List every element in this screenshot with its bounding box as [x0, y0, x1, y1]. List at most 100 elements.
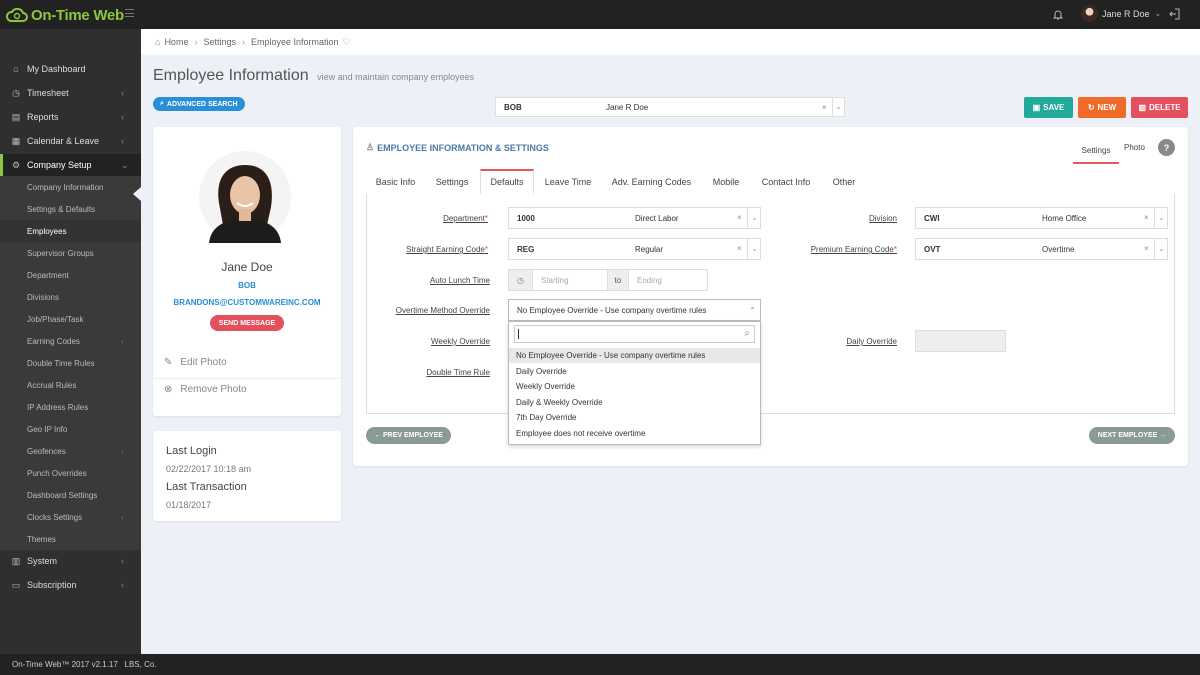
sidebar-sub-label: Divisions	[27, 292, 60, 302]
bell-icon[interactable]	[1053, 9, 1063, 20]
logout-icon[interactable]	[1169, 8, 1180, 20]
daily-override-input[interactable]	[915, 330, 1006, 352]
new-button[interactable]: ↻ NEW	[1078, 97, 1126, 118]
sidebar-sub-employees[interactable]: Employees	[0, 220, 141, 242]
sidebar-item-label: Subscription	[27, 580, 77, 590]
sidebar-item-reports[interactable]: ▤ Reports ‹	[0, 106, 141, 128]
sidebar-sub-geo-ip-info[interactable]: Geo IP Info	[0, 418, 141, 440]
app-logo[interactable]: On-Time Web	[6, 6, 124, 24]
sidebar-item-timesheet[interactable]: ◷ Timesheet ‹	[0, 82, 141, 104]
sidebar-item-calendar-leave[interactable]: ▦ Calendar & Leave ‹	[0, 130, 141, 152]
sidebar-sub-geofences[interactable]: Geofences ‹	[0, 440, 141, 462]
to-label: to	[614, 275, 622, 285]
breadcrumb-separator: ›	[241, 37, 245, 47]
sidebar-sub-punch-overrides[interactable]: Punch Overrides	[0, 462, 141, 484]
chevron-left-icon: ‹	[121, 88, 124, 98]
pencil-icon: ✎	[164, 357, 173, 368]
profile-email[interactable]: BRANDONS@CUSTOMWAREINC.COM	[153, 298, 341, 307]
clear-icon[interactable]: ×	[1144, 213, 1149, 222]
advanced-search-button[interactable]: ⌕ ADVANCED SEARCH	[153, 97, 245, 111]
straight-earning-code-select[interactable]: REG Regular × ⌄	[508, 238, 761, 260]
page-title-text: Employee Information	[153, 67, 309, 84]
to-addon: to	[607, 270, 629, 290]
dropdown-search-input[interactable]: ⌕	[514, 325, 755, 343]
tab-adv-earning-codes[interactable]: Adv. Earning Codes	[603, 169, 700, 194]
tab-settings[interactable]: Settings	[428, 169, 476, 194]
send-message-button[interactable]: SEND MESSAGE	[210, 315, 284, 331]
dropdown-option[interactable]: Daily & Weekly Override	[509, 395, 760, 410]
next-employee-button[interactable]: NEXT EMPLOYEE →	[1089, 427, 1175, 444]
help-icon[interactable]: ?	[1158, 139, 1175, 156]
sidebar-sub-clocks-settings[interactable]: Clocks Settings ‹	[0, 506, 141, 528]
sidebar-sub-label: Company Information	[27, 182, 104, 192]
profile-name: Jane Doe	[221, 260, 273, 274]
sidebar-sub-settings-defaults[interactable]: Settings & Defaults	[0, 198, 141, 220]
dropdown-option[interactable]: Employee does not receive overtime	[509, 426, 760, 441]
breadcrumb: ⌂ Home › Settings › Employee Information…	[141, 29, 1200, 55]
dropdown-option[interactable]: Weekly Override	[509, 379, 760, 394]
sidebar-sub-divisions[interactable]: Divisions	[0, 286, 141, 308]
save-button[interactable]: ▣ SAVE	[1024, 97, 1073, 118]
lunch-start-input[interactable]: Starting	[533, 270, 607, 290]
heart-icon[interactable]: ♡	[343, 37, 351, 48]
sidebar-sub-dashboard-settings[interactable]: Dashboard Settings	[0, 484, 141, 506]
chevron-down-icon[interactable]: ⌄	[747, 208, 761, 228]
profile-card: Jane Doe BOB BRANDONS@CUSTOMWAREINC.COM …	[153, 127, 341, 416]
menu-toggle-icon[interactable]	[125, 9, 134, 17]
sidebar-item-system[interactable]: ▥ System ‹	[0, 550, 141, 572]
overtime-method-select[interactable]: No Employee Override - Use company overt…	[508, 299, 761, 321]
remove-photo-link[interactable]: ⊗ Remove Photo	[164, 384, 247, 395]
clear-icon[interactable]: ×	[737, 244, 742, 253]
chevron-down-icon[interactable]: ⌄	[832, 98, 844, 116]
tab-contact-info[interactable]: Contact Info	[753, 169, 819, 194]
premium-earning-code-select[interactable]: OVT Overtime × ⌄	[915, 238, 1168, 260]
premium-earning-name: Overtime	[1042, 245, 1075, 254]
clear-icon[interactable]: ×	[822, 103, 827, 112]
clear-icon[interactable]: ×	[737, 213, 742, 222]
sidebar-sub-supervisor-groups[interactable]: Supervisor Groups	[0, 242, 141, 264]
sidebar-item-subscription[interactable]: ▭ Subscription ‹	[0, 574, 141, 596]
dropdown-option[interactable]: No Employee Override - Use company overt…	[509, 348, 760, 363]
chevron-down-icon[interactable]: ⌄	[747, 239, 761, 259]
chevron-down-icon[interactable]: ⌄	[1154, 208, 1168, 228]
breadcrumb-settings[interactable]: Settings	[203, 37, 236, 47]
employee-photo	[199, 151, 291, 243]
sidebar-sub-department[interactable]: Department	[0, 264, 141, 286]
tab-defaults[interactable]: Defaults	[480, 169, 534, 194]
employee-select[interactable]: BOB Jane R Doe × ⌄	[495, 97, 845, 117]
user-menu[interactable]: Jane R Doe ⌄	[1081, 5, 1161, 22]
dropdown-option[interactable]: Daily Override	[509, 364, 760, 379]
dropdown-option[interactable]: 7th Day Override	[509, 410, 760, 425]
edit-photo-link[interactable]: ✎ Edit Photo	[164, 357, 227, 368]
sidebar-sub-double-time-rules[interactable]: Double Time Rules	[0, 352, 141, 374]
department-select[interactable]: 1000 Direct Labor × ⌄	[508, 207, 761, 229]
panel-tab-photo[interactable]: Photo	[1124, 143, 1145, 152]
clear-icon[interactable]: ×	[1144, 244, 1149, 253]
department-label-text: Department	[443, 214, 485, 223]
delete-button[interactable]: ▥ DELETE	[1131, 97, 1188, 118]
tab-label: Defaults	[490, 177, 524, 187]
division-select[interactable]: CWI Home Office × ⌄	[915, 207, 1168, 229]
sidebar-sub-company-information[interactable]: Company Information	[0, 176, 141, 198]
department-name: Direct Labor	[635, 214, 679, 223]
chevron-down-icon[interactable]: ⌄	[1154, 239, 1168, 259]
tab-other[interactable]: Other	[824, 169, 864, 194]
sidebar-item-company-setup[interactable]: ⚙ Company Setup ⌄	[0, 154, 141, 176]
breadcrumb-home[interactable]: Home	[164, 37, 188, 47]
dropdown-option-label: Daily & Weekly Override	[516, 398, 603, 407]
dropdown-option-label: Daily Override	[516, 367, 567, 376]
tab-basic-info[interactable]: Basic Info	[368, 169, 423, 194]
panel-tab-settings[interactable]: Settings	[1073, 138, 1119, 164]
prev-employee-button[interactable]: ← PREV EMPLOYEE	[366, 427, 451, 444]
lunch-end-input[interactable]: Ending	[629, 270, 707, 290]
sidebar-sub-themes[interactable]: Themes	[0, 528, 141, 550]
sidebar-item-my-dashboard[interactable]: ⌂ My Dashboard	[0, 58, 141, 80]
sidebar-sub-accrual-rules[interactable]: Accrual Rules	[0, 374, 141, 396]
sidebar-sub-job-phase-task[interactable]: Job/Phase/Task	[0, 308, 141, 330]
tab-leave-time[interactable]: Leave Time	[538, 169, 598, 194]
sidebar-sub-ip-address-rules[interactable]: IP Address Rules	[0, 396, 141, 418]
sidebar-sub-earning-codes[interactable]: Earning Codes ‹	[0, 330, 141, 352]
tab-mobile[interactable]: Mobile	[704, 169, 748, 194]
help-label: ?	[1163, 142, 1170, 153]
chevron-left-icon: ‹	[121, 446, 124, 456]
